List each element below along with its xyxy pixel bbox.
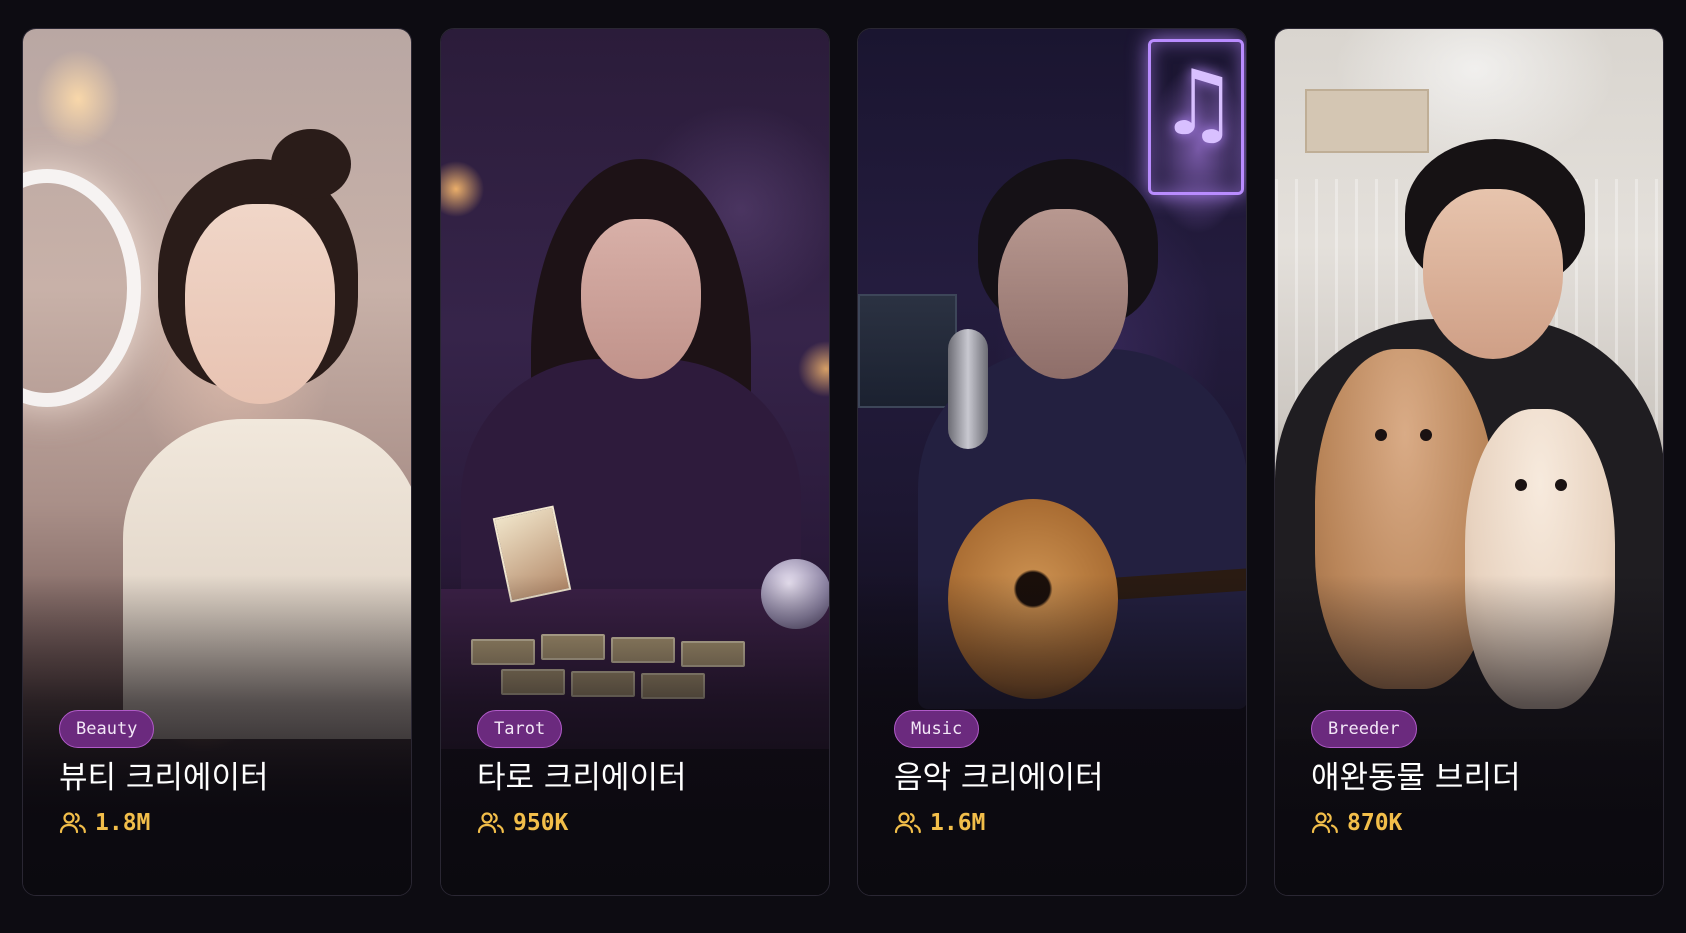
creator-card-breeder[interactable]: Breeder 애완동물 브리더 870K — [1274, 28, 1664, 896]
users-icon — [59, 812, 86, 834]
creator-card-grid: Beauty 뷰티 크리에이터 1.8M Tarot 타로 크리에이터 950K… — [0, 0, 1686, 933]
category-tag: Tarot — [477, 710, 563, 748]
ring-light — [23, 169, 141, 407]
follower-count-value: 1.8M — [95, 810, 151, 836]
creator-info: Breeder 애완동물 브리더 870K — [1311, 710, 1521, 836]
users-icon — [1311, 812, 1338, 834]
follower-count: 870K — [1311, 810, 1521, 836]
creator-title: 타로 크리에이터 — [477, 760, 687, 796]
creator-info: Tarot 타로 크리에이터 950K — [477, 710, 687, 836]
music-note-icon: ♫ — [1158, 51, 1239, 156]
follower-count-value: 870K — [1347, 810, 1403, 836]
creator-card-beauty[interactable]: Beauty 뷰티 크리에이터 1.8M — [22, 28, 412, 896]
users-icon — [894, 812, 921, 834]
microphone — [948, 329, 988, 449]
category-tag: Beauty — [59, 710, 155, 748]
follower-count: 1.6M — [894, 810, 1104, 836]
follower-count-value: 950K — [513, 810, 569, 836]
creator-info: Music 음악 크리에이터 1.6M — [894, 710, 1104, 836]
creator-title: 음악 크리에이터 — [894, 760, 1104, 796]
follower-count: 950K — [477, 810, 687, 836]
creator-title: 뷰티 크리에이터 — [59, 760, 269, 796]
follower-count-value: 1.6M — [930, 810, 986, 836]
category-tag: Music — [894, 710, 980, 748]
category-tag: Breeder — [1311, 710, 1417, 748]
creator-info: Beauty 뷰티 크리에이터 1.8M — [59, 710, 269, 836]
creator-title: 애완동물 브리더 — [1311, 760, 1521, 796]
creator-card-music[interactable]: ♫ Music 음악 크리에이터 1.6M — [857, 28, 1247, 896]
follower-count: 1.8M — [59, 810, 269, 836]
creator-card-tarot[interactable]: Tarot 타로 크리에이터 950K — [440, 28, 830, 896]
users-icon — [477, 812, 504, 834]
